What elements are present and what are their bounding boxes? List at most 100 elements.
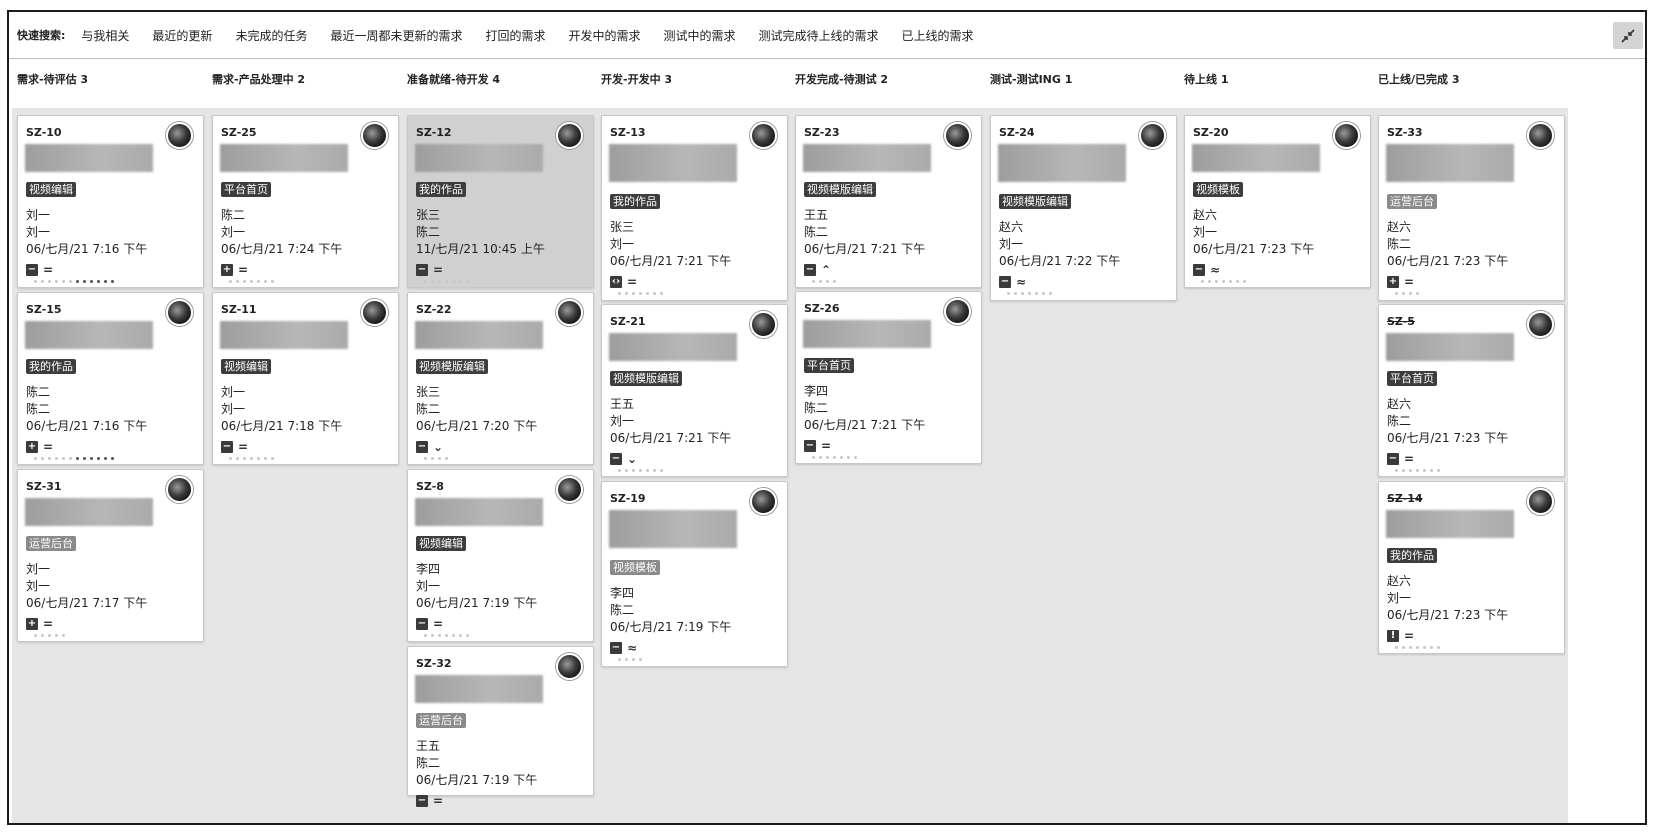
assignee-avatar[interactable] bbox=[1139, 122, 1166, 149]
issue-key[interactable]: SZ-14 bbox=[1387, 492, 1423, 505]
progress-dots bbox=[229, 280, 274, 283]
progress-dot bbox=[48, 457, 51, 460]
issue-key[interactable]: SZ-15 bbox=[26, 303, 62, 316]
assignee-avatar[interactable] bbox=[750, 122, 777, 149]
reporter-name: 王五 bbox=[416, 739, 441, 753]
issue-card[interactable]: SZ-32 运营后台 王五 陈二 06/七月/21 7:19 下午 − = bbox=[407, 646, 594, 807]
issue-card[interactable]: SZ-26 平台首页 李四 陈二 06/七月/21 7:21 下午 − = bbox=[795, 291, 982, 464]
assignee-avatar[interactable] bbox=[361, 299, 388, 326]
issue-card[interactable]: SZ-5 平台首页 赵六 陈二 06/七月/21 7:23 下午 − = bbox=[1378, 304, 1565, 477]
quick-filter-recently-updated[interactable]: 最近的更新 bbox=[152, 27, 212, 44]
assignee-avatar[interactable] bbox=[1527, 488, 1554, 515]
issue-key[interactable]: SZ-25 bbox=[221, 126, 257, 139]
issue-key[interactable]: SZ-8 bbox=[416, 480, 444, 493]
issue-card[interactable]: SZ-10 视频编辑 刘一 刘一 06/七月/21 7:16 下午 − = bbox=[17, 115, 204, 288]
issue-card[interactable]: SZ-15 我的作品 陈二 陈二 06/七月/21 7:16 下午 + = bbox=[17, 292, 204, 465]
issue-card[interactable]: SZ-22 视频模版编辑 张三 陈二 06/七月/21 7:20 下午 − ⌄ bbox=[407, 292, 594, 465]
issue-key[interactable]: SZ-24 bbox=[999, 126, 1035, 139]
epic-tag[interactable]: 我的作品 bbox=[1387, 548, 1437, 563]
issue-card[interactable]: SZ-12 我的作品 张三 陈二 11/七月/21 10:45 上午 − = bbox=[407, 115, 594, 288]
issue-card[interactable]: SZ-20 视频模板 赵六 刘一 06/七月/21 7:23 下午 − ≈ bbox=[1184, 115, 1371, 288]
issue-key[interactable]: SZ-31 bbox=[26, 480, 62, 493]
quick-filter-unfinished[interactable]: 未完成的任务 bbox=[235, 27, 307, 44]
epic-tag[interactable]: 平台首页 bbox=[1387, 371, 1437, 386]
epic-tag[interactable]: 视频模版编辑 bbox=[610, 371, 682, 386]
quick-filter-stale-week[interactable]: 最近一周都未更新的需求 bbox=[330, 27, 462, 44]
quick-filter-rejected[interactable]: 打回的需求 bbox=[485, 27, 545, 44]
issue-key[interactable]: SZ-20 bbox=[1193, 126, 1229, 139]
assignee-avatar[interactable] bbox=[1527, 311, 1554, 338]
assignee-avatar[interactable] bbox=[1333, 122, 1360, 149]
assignee-name: 陈二 bbox=[610, 603, 635, 617]
epic-tag[interactable]: 运营后台 bbox=[1387, 194, 1437, 209]
issue-card[interactable]: SZ-24 视频模版编辑 赵六 刘一 06/七月/21 7:22 下午 − ≈ bbox=[990, 115, 1177, 301]
quick-filter-related-to-me[interactable]: 与我相关 bbox=[81, 27, 129, 44]
progress-dot bbox=[646, 469, 649, 472]
issue-key[interactable]: SZ-32 bbox=[416, 657, 452, 670]
assignee-avatar[interactable] bbox=[556, 299, 583, 326]
epic-tag[interactable]: 我的作品 bbox=[610, 194, 660, 209]
progress-dot bbox=[424, 280, 427, 283]
collapse-button[interactable] bbox=[1613, 22, 1643, 49]
issue-key[interactable]: SZ-13 bbox=[610, 126, 646, 139]
epic-tag[interactable]: 视频编辑 bbox=[221, 359, 271, 374]
issue-key[interactable]: SZ-22 bbox=[416, 303, 452, 316]
quick-filter-in-testing[interactable]: 测试中的需求 bbox=[664, 27, 736, 44]
assignee-avatar[interactable] bbox=[556, 122, 583, 149]
assignee-avatar[interactable] bbox=[166, 476, 193, 503]
epic-tag[interactable]: 平台首页 bbox=[221, 182, 271, 197]
issue-key[interactable]: SZ-12 bbox=[416, 126, 452, 139]
issue-key[interactable]: SZ-11 bbox=[221, 303, 257, 316]
issue-key[interactable]: SZ-10 bbox=[26, 126, 62, 139]
epic-tag[interactable]: 运营后台 bbox=[26, 536, 76, 551]
epic-tag[interactable]: 运营后台 bbox=[416, 713, 466, 728]
issue-card[interactable]: SZ-31 运营后台 刘一 刘一 06/七月/21 7:17 下午 + = bbox=[17, 469, 204, 642]
epic-tag[interactable]: 视频模版编辑 bbox=[804, 182, 876, 197]
issue-card[interactable]: SZ-23 视频模版编辑 王五 陈二 06/七月/21 7:21 下午 − ⌃ bbox=[795, 115, 982, 288]
epic-tag[interactable]: 平台首页 bbox=[804, 358, 854, 373]
assignee-avatar[interactable] bbox=[1527, 122, 1554, 149]
issue-card[interactable]: SZ-33 运营后台 赵六 陈二 06/七月/21 7:23 下午 + = bbox=[1378, 115, 1565, 301]
progress-dot bbox=[812, 280, 815, 283]
quick-filter-in-development[interactable]: 开发中的需求 bbox=[568, 27, 640, 44]
issue-card[interactable]: SZ-14 我的作品 赵六 刘一 06/七月/21 7:23 下午! = bbox=[1378, 481, 1565, 654]
assignee-avatar[interactable] bbox=[750, 311, 777, 338]
assignee-avatar[interactable] bbox=[166, 299, 193, 326]
progress-dot bbox=[1409, 292, 1412, 295]
card-icons: − = bbox=[416, 618, 443, 630]
issue-key[interactable]: SZ-21 bbox=[610, 315, 646, 328]
epic-tag[interactable]: 我的作品 bbox=[26, 359, 76, 374]
assignee-avatar[interactable] bbox=[166, 122, 193, 149]
epic-tag[interactable]: 视频模板 bbox=[610, 560, 660, 575]
quick-filter-ready-to-release[interactable]: 测试完成待上线的需求 bbox=[759, 27, 879, 44]
issue-key[interactable]: SZ-23 bbox=[804, 126, 840, 139]
issue-card[interactable]: SZ-11 视频编辑 刘一 刘一 06/七月/21 7:18 下午 − = bbox=[212, 292, 399, 465]
issue-card[interactable]: SZ-13 我的作品 张三 刘一 06/七月/21 7:21 下午 ‹› = bbox=[601, 115, 788, 301]
assignee-avatar[interactable] bbox=[556, 476, 583, 503]
assignee-avatar[interactable] bbox=[556, 653, 583, 680]
issue-key[interactable]: SZ-33 bbox=[1387, 126, 1423, 139]
issue-key[interactable]: SZ-19 bbox=[610, 492, 646, 505]
assignee-avatar[interactable] bbox=[944, 298, 971, 325]
priority-medium-icon: = bbox=[1404, 452, 1415, 466]
issue-card[interactable]: SZ-19 视频模板 李四 陈二 06/七月/21 7:19 下午 − ≈ bbox=[601, 481, 788, 667]
issue-card[interactable]: SZ-21 视频模版编辑 王五 刘一 06/七月/21 7:21 下午 − ⌄ bbox=[601, 304, 788, 477]
assignee-avatar[interactable] bbox=[944, 122, 971, 149]
quick-filter-released[interactable]: 已上线的需求 bbox=[902, 27, 974, 44]
epic-tag[interactable]: 我的作品 bbox=[416, 182, 466, 197]
epic-tag[interactable]: 视频模版编辑 bbox=[416, 359, 488, 374]
issue-key[interactable]: SZ-26 bbox=[804, 302, 840, 315]
assignee-avatar[interactable] bbox=[361, 122, 388, 149]
epic-tag[interactable]: 视频模板 bbox=[1193, 182, 1243, 197]
issue-card[interactable]: SZ-8 视频编辑 李四 刘一 06/七月/21 7:19 下午 − = bbox=[407, 469, 594, 642]
progress-dot bbox=[1007, 292, 1010, 295]
issue-card[interactable]: SZ-25 平台首页 陈二 刘一 06/七月/21 7:24 下午 + = bbox=[212, 115, 399, 288]
progress-dot bbox=[1437, 469, 1440, 472]
progress-dot bbox=[632, 292, 635, 295]
epic-tag[interactable]: 视频编辑 bbox=[26, 182, 76, 197]
column-title: 待上线 1 bbox=[1184, 73, 1229, 86]
assignee-avatar[interactable] bbox=[750, 488, 777, 515]
epic-tag[interactable]: 视频模版编辑 bbox=[999, 194, 1071, 209]
issue-key[interactable]: SZ-5 bbox=[1387, 315, 1415, 328]
epic-tag[interactable]: 视频编辑 bbox=[416, 536, 466, 551]
